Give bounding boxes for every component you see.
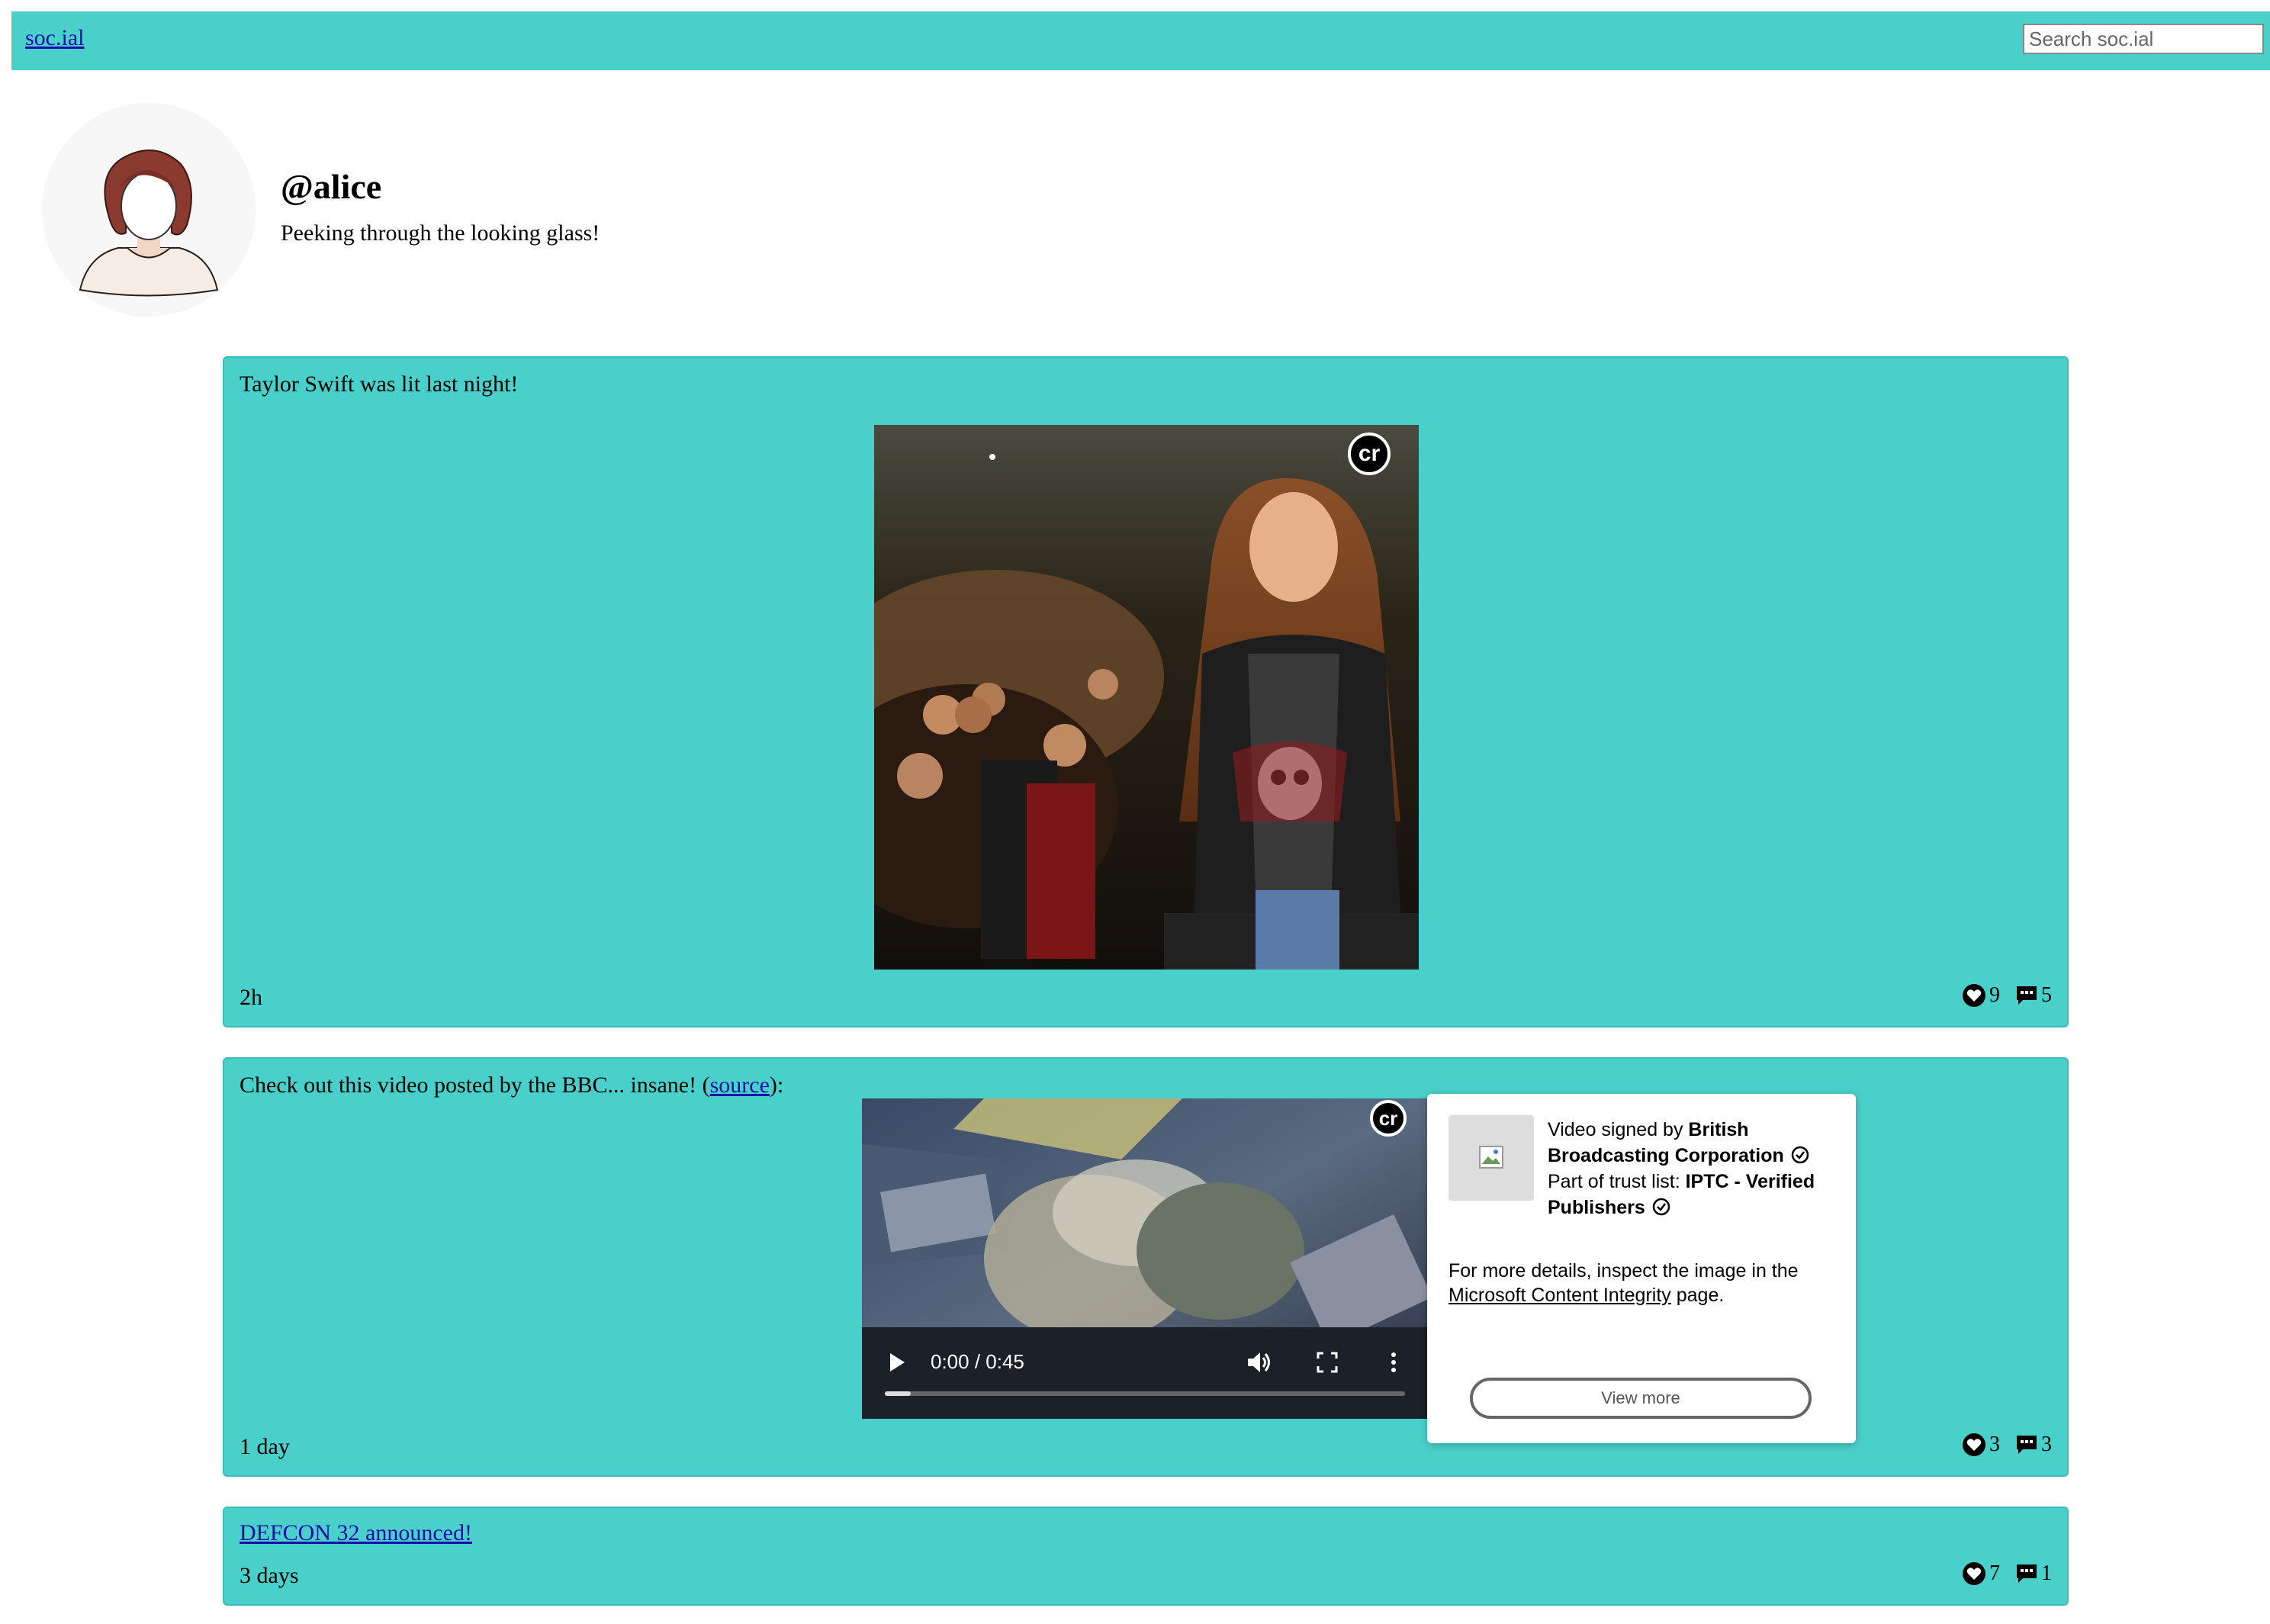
like-count[interactable]: 7 <box>1962 1561 2000 1586</box>
post-timestamp: 3 days <box>240 1563 299 1588</box>
details-text: For more details, inspect the image in t… <box>1448 1259 1838 1307</box>
comment-icon <box>2017 1436 2037 1454</box>
comment-count-value: 5 <box>2041 983 2052 1007</box>
comment-icon <box>2017 1565 2037 1583</box>
source-link[interactable]: source <box>710 1072 770 1098</box>
post-timestamp: 1 day <box>240 1434 290 1459</box>
post-text-after: ): <box>769 1072 784 1098</box>
post-timestamp: 2h <box>240 985 262 1010</box>
heart-icon <box>1963 984 1985 1007</box>
like-count-value: 9 <box>1989 983 2000 1007</box>
profile-handle: @alice <box>281 167 382 206</box>
concert-photo <box>874 425 1419 970</box>
more-options-icon[interactable] <box>1390 1352 1397 1373</box>
video-progress-bar[interactable] <box>885 1391 1405 1396</box>
volume-icon[interactable] <box>1246 1350 1272 1375</box>
video-progress-fill <box>885 1391 912 1396</box>
post-video[interactable]: cr 0:00 / 0:45 <box>862 1098 1428 1419</box>
post-stats: 7 1 <box>1962 1561 2052 1586</box>
post-text: DEFCON 32 announced! <box>240 1520 472 1546</box>
details-prefix: For more details, inspect the image in t… <box>1448 1260 1799 1282</box>
like-count[interactable]: 9 <box>1962 983 2000 1008</box>
trust-list-label: Part of trust list: <box>1548 1171 1686 1192</box>
view-more-button[interactable]: View more <box>1470 1378 1812 1419</box>
comment-count[interactable]: 3 <box>2015 1433 2052 1457</box>
play-icon[interactable] <box>888 1352 906 1373</box>
video-time: 0:00 / 0:45 <box>931 1350 1024 1373</box>
comment-count-value: 3 <box>2041 1433 2052 1456</box>
defcon-link[interactable]: DEFCON 32 announced! <box>240 1520 472 1545</box>
post-card: DEFCON 32 announced! 3 days 7 1 <box>223 1507 2069 1606</box>
comment-count-value: 1 <box>2041 1561 2052 1585</box>
signer-thumbnail <box>1448 1115 1534 1201</box>
broken-image-icon <box>1479 1146 1503 1169</box>
top-bar: soc.ial <box>11 11 2270 70</box>
signed-by-label: Video signed by <box>1548 1119 1689 1140</box>
like-count-value: 7 <box>1989 1561 2000 1585</box>
content-integrity-link[interactable]: Microsoft Content Integrity <box>1448 1285 1671 1306</box>
details-suffix: page. <box>1670 1285 1725 1306</box>
content-credentials-popup: Video signed by British Broadcasting Cor… <box>1427 1094 1856 1443</box>
comment-icon <box>2017 986 2037 1005</box>
content-credentials-badge[interactable]: cr <box>1370 1100 1407 1137</box>
heart-icon <box>1963 1562 1985 1585</box>
post-text: Taylor Swift was lit last night! <box>240 371 519 397</box>
content-credentials-badge[interactable]: cr <box>1348 433 1391 475</box>
post-text-before: Check out this video posted by the BBC..… <box>240 1072 710 1098</box>
post-text: Check out this video posted by the BBC..… <box>240 1072 783 1098</box>
post-card: Taylor Swift was lit last night! cr 2h 9… <box>223 356 2069 1027</box>
post-image[interactable]: cr <box>874 425 1419 970</box>
post-stats: 3 3 <box>1962 1433 2052 1457</box>
comment-count[interactable]: 1 <box>2015 1561 2052 1586</box>
avatar <box>42 103 256 317</box>
brand-link[interactable]: soc.ial <box>25 25 84 51</box>
signature-info: Video signed by British Broadcasting Cor… <box>1548 1117 1838 1220</box>
avatar-illustration <box>79 150 219 297</box>
heart-icon <box>1963 1433 1985 1456</box>
post-stats: 9 5 <box>1962 983 2052 1008</box>
like-count[interactable]: 3 <box>1962 1433 2000 1457</box>
like-count-value: 3 <box>1989 1433 2000 1456</box>
search-input[interactable] <box>2023 24 2264 54</box>
profile-bio: Peeking through the looking glass! <box>281 220 600 246</box>
verified-icon <box>1652 1198 1670 1216</box>
verified-icon <box>1791 1146 1809 1164</box>
comment-count[interactable]: 5 <box>2015 983 2052 1008</box>
video-controls: 0:00 / 0:45 <box>862 1335 1428 1419</box>
fullscreen-icon[interactable] <box>1317 1352 1338 1373</box>
